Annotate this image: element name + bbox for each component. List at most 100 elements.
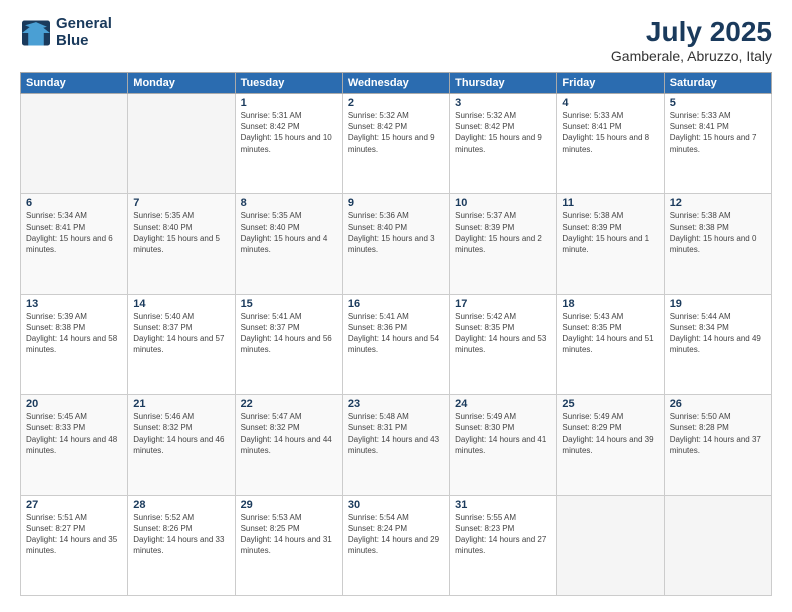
cell-info: Sunrise: 5:55 AMSunset: 8:23 PMDaylight:… <box>455 512 551 557</box>
day-number: 8 <box>241 197 337 209</box>
cell-info: Sunrise: 5:44 AMSunset: 8:34 PMDaylight:… <box>670 311 766 356</box>
day-number: 22 <box>241 398 337 410</box>
day-number: 25 <box>562 398 658 410</box>
cell-info: Sunrise: 5:52 AMSunset: 8:26 PMDaylight:… <box>133 512 229 557</box>
calendar-cell <box>557 495 664 595</box>
cell-info: Sunrise: 5:49 AMSunset: 8:29 PMDaylight:… <box>562 411 658 456</box>
calendar-cell: 30Sunrise: 5:54 AMSunset: 8:24 PMDayligh… <box>342 495 449 595</box>
calendar-cell <box>664 495 771 595</box>
calendar-week-row-3: 20Sunrise: 5:45 AMSunset: 8:33 PMDayligh… <box>21 395 772 495</box>
day-number: 28 <box>133 499 229 511</box>
calendar-cell: 27Sunrise: 5:51 AMSunset: 8:27 PMDayligh… <box>21 495 128 595</box>
calendar-cell: 18Sunrise: 5:43 AMSunset: 8:35 PMDayligh… <box>557 294 664 394</box>
calendar-weekday-tuesday: Tuesday <box>235 73 342 94</box>
day-number: 2 <box>348 97 444 109</box>
day-number: 5 <box>670 97 766 109</box>
logo-icon <box>20 19 52 47</box>
cell-info: Sunrise: 5:51 AMSunset: 8:27 PMDaylight:… <box>26 512 122 557</box>
cell-info: Sunrise: 5:36 AMSunset: 8:40 PMDaylight:… <box>348 210 444 255</box>
day-number: 12 <box>670 197 766 209</box>
calendar-cell: 2Sunrise: 5:32 AMSunset: 8:42 PMDaylight… <box>342 94 449 194</box>
day-number: 14 <box>133 298 229 310</box>
cell-info: Sunrise: 5:41 AMSunset: 8:36 PMDaylight:… <box>348 311 444 356</box>
calendar-cell: 23Sunrise: 5:48 AMSunset: 8:31 PMDayligh… <box>342 395 449 495</box>
day-number: 13 <box>26 298 122 310</box>
day-number: 17 <box>455 298 551 310</box>
day-number: 21 <box>133 398 229 410</box>
calendar-weekday-wednesday: Wednesday <box>342 73 449 94</box>
calendar-cell: 22Sunrise: 5:47 AMSunset: 8:32 PMDayligh… <box>235 395 342 495</box>
cell-info: Sunrise: 5:47 AMSunset: 8:32 PMDaylight:… <box>241 411 337 456</box>
cell-info: Sunrise: 5:31 AMSunset: 8:42 PMDaylight:… <box>241 110 337 155</box>
day-number: 10 <box>455 197 551 209</box>
cell-info: Sunrise: 5:39 AMSunset: 8:38 PMDaylight:… <box>26 311 122 356</box>
cell-info: Sunrise: 5:53 AMSunset: 8:25 PMDaylight:… <box>241 512 337 557</box>
cell-info: Sunrise: 5:40 AMSunset: 8:37 PMDaylight:… <box>133 311 229 356</box>
calendar-cell: 25Sunrise: 5:49 AMSunset: 8:29 PMDayligh… <box>557 395 664 495</box>
cell-info: Sunrise: 5:49 AMSunset: 8:30 PMDaylight:… <box>455 411 551 456</box>
cell-info: Sunrise: 5:42 AMSunset: 8:35 PMDaylight:… <box>455 311 551 356</box>
title-block: July 2025 Gamberale, Abruzzo, Italy <box>611 16 772 64</box>
cell-info: Sunrise: 5:41 AMSunset: 8:37 PMDaylight:… <box>241 311 337 356</box>
cell-info: Sunrise: 5:32 AMSunset: 8:42 PMDaylight:… <box>455 110 551 155</box>
calendar-cell: 14Sunrise: 5:40 AMSunset: 8:37 PMDayligh… <box>128 294 235 394</box>
calendar-cell: 6Sunrise: 5:34 AMSunset: 8:41 PMDaylight… <box>21 194 128 294</box>
day-number: 20 <box>26 398 122 410</box>
calendar-cell <box>128 94 235 194</box>
calendar-cell: 31Sunrise: 5:55 AMSunset: 8:23 PMDayligh… <box>450 495 557 595</box>
calendar-cell: 10Sunrise: 5:37 AMSunset: 8:39 PMDayligh… <box>450 194 557 294</box>
page: General Blue July 2025 Gamberale, Abruzz… <box>0 0 792 612</box>
calendar-cell: 13Sunrise: 5:39 AMSunset: 8:38 PMDayligh… <box>21 294 128 394</box>
calendar-header-row: SundayMondayTuesdayWednesdayThursdayFrid… <box>21 73 772 94</box>
calendar-cell: 1Sunrise: 5:31 AMSunset: 8:42 PMDaylight… <box>235 94 342 194</box>
main-title: July 2025 <box>611 16 772 48</box>
calendar-weekday-saturday: Saturday <box>664 73 771 94</box>
calendar-cell: 20Sunrise: 5:45 AMSunset: 8:33 PMDayligh… <box>21 395 128 495</box>
cell-info: Sunrise: 5:38 AMSunset: 8:39 PMDaylight:… <box>562 210 658 255</box>
day-number: 24 <box>455 398 551 410</box>
calendar-cell: 21Sunrise: 5:46 AMSunset: 8:32 PMDayligh… <box>128 395 235 495</box>
calendar-cell: 15Sunrise: 5:41 AMSunset: 8:37 PMDayligh… <box>235 294 342 394</box>
subtitle: Gamberale, Abruzzo, Italy <box>611 48 772 64</box>
cell-info: Sunrise: 5:33 AMSunset: 8:41 PMDaylight:… <box>562 110 658 155</box>
cell-info: Sunrise: 5:33 AMSunset: 8:41 PMDaylight:… <box>670 110 766 155</box>
cell-info: Sunrise: 5:48 AMSunset: 8:31 PMDaylight:… <box>348 411 444 456</box>
cell-info: Sunrise: 5:46 AMSunset: 8:32 PMDaylight:… <box>133 411 229 456</box>
day-number: 6 <box>26 197 122 209</box>
day-number: 23 <box>348 398 444 410</box>
day-number: 30 <box>348 499 444 511</box>
calendar-cell <box>21 94 128 194</box>
calendar-cell: 17Sunrise: 5:42 AMSunset: 8:35 PMDayligh… <box>450 294 557 394</box>
day-number: 3 <box>455 97 551 109</box>
calendar-cell: 29Sunrise: 5:53 AMSunset: 8:25 PMDayligh… <box>235 495 342 595</box>
calendar-cell: 4Sunrise: 5:33 AMSunset: 8:41 PMDaylight… <box>557 94 664 194</box>
cell-info: Sunrise: 5:43 AMSunset: 8:35 PMDaylight:… <box>562 311 658 356</box>
calendar-cell: 16Sunrise: 5:41 AMSunset: 8:36 PMDayligh… <box>342 294 449 394</box>
day-number: 16 <box>348 298 444 310</box>
calendar-cell: 7Sunrise: 5:35 AMSunset: 8:40 PMDaylight… <box>128 194 235 294</box>
header: General Blue July 2025 Gamberale, Abruzz… <box>20 16 772 64</box>
calendar-weekday-thursday: Thursday <box>450 73 557 94</box>
day-number: 9 <box>348 197 444 209</box>
logo-text: General Blue <box>56 16 112 49</box>
cell-info: Sunrise: 5:32 AMSunset: 8:42 PMDaylight:… <box>348 110 444 155</box>
day-number: 7 <box>133 197 229 209</box>
calendar-cell: 19Sunrise: 5:44 AMSunset: 8:34 PMDayligh… <box>664 294 771 394</box>
day-number: 29 <box>241 499 337 511</box>
day-number: 26 <box>670 398 766 410</box>
day-number: 31 <box>455 499 551 511</box>
calendar-week-row-0: 1Sunrise: 5:31 AMSunset: 8:42 PMDaylight… <box>21 94 772 194</box>
logo: General Blue <box>20 16 112 49</box>
calendar-cell: 3Sunrise: 5:32 AMSunset: 8:42 PMDaylight… <box>450 94 557 194</box>
cell-info: Sunrise: 5:38 AMSunset: 8:38 PMDaylight:… <box>670 210 766 255</box>
calendar-weekday-monday: Monday <box>128 73 235 94</box>
day-number: 1 <box>241 97 337 109</box>
calendar-cell: 26Sunrise: 5:50 AMSunset: 8:28 PMDayligh… <box>664 395 771 495</box>
calendar-table: SundayMondayTuesdayWednesdayThursdayFrid… <box>20 72 772 596</box>
calendar-week-row-4: 27Sunrise: 5:51 AMSunset: 8:27 PMDayligh… <box>21 495 772 595</box>
cell-info: Sunrise: 5:54 AMSunset: 8:24 PMDaylight:… <box>348 512 444 557</box>
day-number: 15 <box>241 298 337 310</box>
cell-info: Sunrise: 5:37 AMSunset: 8:39 PMDaylight:… <box>455 210 551 255</box>
calendar-cell: 9Sunrise: 5:36 AMSunset: 8:40 PMDaylight… <box>342 194 449 294</box>
day-number: 19 <box>670 298 766 310</box>
